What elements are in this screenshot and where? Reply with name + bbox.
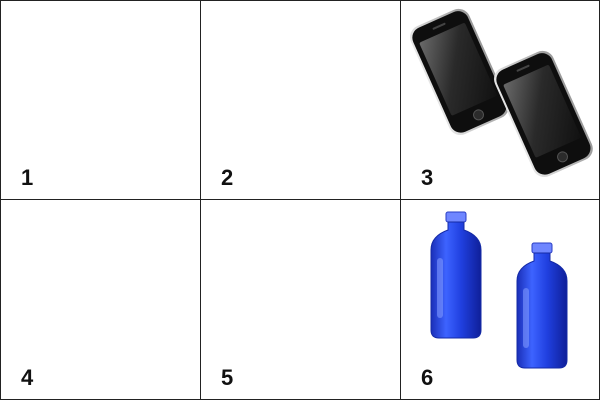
- grid-cell-5[interactable]: 5: [201, 200, 401, 399]
- grid-cell-6[interactable]: 6: [401, 200, 599, 399]
- cell-number: 4: [21, 365, 34, 390]
- grid-cell-3[interactable]: 3: [401, 1, 599, 200]
- blue-bottle-icon: [430, 211, 482, 339]
- blue-bottle-icon: [516, 242, 568, 369]
- cell-number: 1: [21, 165, 34, 190]
- image-selection-grid: 1 2 3 4 5 6: [0, 0, 600, 400]
- grid-cell-2[interactable]: 2: [201, 1, 401, 200]
- cell-number: 5: [221, 365, 234, 390]
- grid-cell-1[interactable]: 1: [1, 1, 201, 200]
- cell-number: 2: [221, 165, 234, 190]
- cell-number: 3: [421, 165, 434, 190]
- grid-cell-4[interactable]: 4: [1, 200, 201, 399]
- cell-number: 6: [421, 365, 434, 390]
